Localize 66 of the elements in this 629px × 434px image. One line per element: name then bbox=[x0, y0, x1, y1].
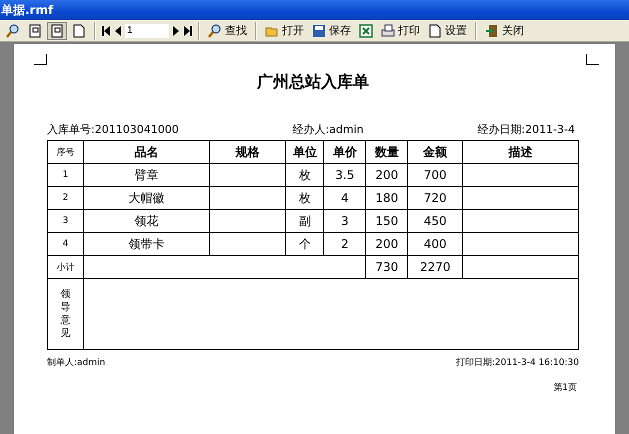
previous-page-button[interactable] bbox=[113, 24, 123, 36]
column-header: 单价 bbox=[324, 140, 366, 164]
column-header: 规格 bbox=[209, 140, 286, 164]
column-header: 金额 bbox=[408, 140, 463, 164]
table-cell: 1 bbox=[48, 164, 84, 186]
table-cell: 枚 bbox=[286, 186, 324, 210]
column-header: 品名 bbox=[83, 140, 210, 164]
page-icon bbox=[72, 24, 86, 38]
last-page-button[interactable] bbox=[183, 24, 193, 36]
table-cell: 4 bbox=[324, 186, 366, 210]
header-field: 经办日期:2011-3-4 bbox=[477, 122, 575, 140]
column-header: 数量 bbox=[366, 140, 408, 164]
toolbar-button[interactable]: 关闭 bbox=[482, 22, 527, 40]
page-icon bbox=[28, 24, 42, 38]
table-cell: 150 bbox=[366, 210, 408, 232]
table-cell: 3.5 bbox=[324, 164, 366, 186]
table-cell: 200 bbox=[366, 232, 408, 256]
search-icon bbox=[6, 24, 20, 38]
header-field: 经办人:admin bbox=[292, 122, 364, 140]
first-page-button[interactable] bbox=[101, 24, 111, 36]
table-cell: 2 bbox=[324, 232, 366, 256]
table-cell: 700 bbox=[408, 164, 463, 186]
toolbar-button[interactable]: 查找 bbox=[205, 22, 250, 40]
next-page-button[interactable] bbox=[171, 24, 181, 36]
printer-icon bbox=[381, 24, 395, 38]
view-button[interactable] bbox=[47, 22, 67, 40]
table-cell: 个 bbox=[286, 232, 324, 256]
table-cell: 400 bbox=[408, 232, 463, 256]
floppy-icon bbox=[312, 24, 326, 38]
table-cell: 4 bbox=[48, 232, 84, 256]
toolbar-button[interactable]: 打开 bbox=[262, 22, 307, 40]
table-cell: 副 bbox=[286, 210, 324, 232]
footer-text: 制单人:admin bbox=[47, 356, 106, 369]
window-title: 单据.rmf bbox=[0, 2, 54, 18]
table-cell: 450 bbox=[408, 210, 463, 232]
table-cell: 枚 bbox=[286, 164, 324, 186]
table-cell: 大帽徽 bbox=[83, 186, 210, 210]
page-icon bbox=[428, 24, 442, 38]
table-cell: 臂章 bbox=[83, 164, 210, 186]
spreadsheet-icon bbox=[359, 24, 373, 38]
table-cell: 2 bbox=[48, 186, 84, 210]
page-number: 第1页 bbox=[553, 383, 577, 393]
table-cell: 领带卡 bbox=[83, 232, 210, 256]
toolbar-button[interactable]: 打印 bbox=[378, 22, 423, 40]
table-cell: 3 bbox=[324, 210, 366, 232]
search-icon bbox=[208, 24, 222, 38]
table-cell: 2270 bbox=[408, 256, 463, 278]
remarks-label: 领导意见 bbox=[60, 288, 70, 340]
door-icon bbox=[485, 24, 499, 38]
column-header: 单位 bbox=[286, 140, 324, 164]
table-cell: 领花 bbox=[83, 210, 210, 232]
table-cell: 小计 bbox=[48, 256, 84, 278]
toolbar-button[interactable]: 设置 bbox=[425, 22, 470, 40]
table-cell: 200 bbox=[366, 164, 408, 186]
header-field: 入库单号:201103041000 bbox=[47, 122, 179, 140]
column-header: 序号 bbox=[48, 140, 84, 164]
table-cell: 720 bbox=[408, 186, 463, 210]
page-number-field[interactable]: 1 bbox=[125, 24, 169, 38]
footer-text: 打印日期:2011-3-4 16:10:30 bbox=[456, 356, 579, 369]
column-header: 描述 bbox=[462, 140, 578, 164]
report-title: 广州总站入库单 bbox=[256, 72, 370, 93]
page-icon bbox=[50, 24, 64, 38]
table-cell: 730 bbox=[366, 256, 408, 278]
toolbar-button[interactable]: 保存 bbox=[309, 22, 354, 40]
table-cell: 180 bbox=[366, 186, 408, 210]
table-cell: 3 bbox=[48, 210, 84, 232]
